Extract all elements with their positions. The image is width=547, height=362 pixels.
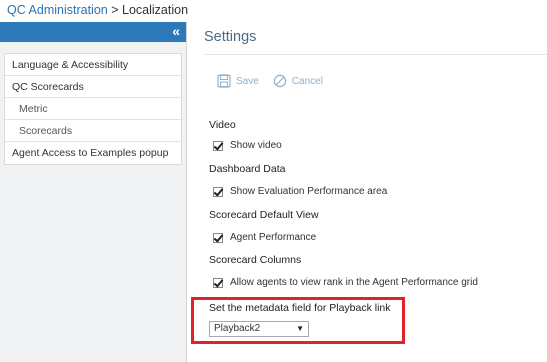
page-title: Settings: [204, 29, 257, 45]
show-evaluation-performance-label: Show Evaluation Performance area: [230, 186, 388, 197]
save-icon: [217, 74, 231, 88]
show-video-checkbox[interactable]: [213, 140, 223, 151]
allow-rank-option[interactable]: Allow agents to view rank in the Agent P…: [213, 277, 478, 288]
show-video-label: Show video: [230, 140, 282, 151]
playback-selected-value: Playback2: [214, 323, 261, 334]
section-video-title: Video: [209, 119, 236, 131]
agent-performance-checkbox[interactable]: [213, 232, 223, 243]
sidebar-header: «: [0, 22, 186, 42]
cancel-icon: [273, 74, 286, 88]
allow-rank-label: Allow agents to view rank in the Agent P…: [230, 277, 478, 288]
agent-performance-option[interactable]: Agent Performance: [213, 232, 316, 243]
show-evaluation-performance-checkbox[interactable]: [213, 186, 223, 197]
section-default-view-title: Scorecard Default View: [209, 209, 319, 221]
section-columns-title: Scorecard Columns: [209, 254, 302, 266]
cancel-label: Cancel: [291, 75, 323, 87]
save-label: Save: [236, 75, 259, 87]
allow-rank-checkbox[interactable]: [213, 277, 223, 288]
collapse-sidebar-icon[interactable]: «: [172, 23, 180, 39]
dropdown-arrow-icon: ▼: [296, 324, 304, 333]
breadcrumb-separator: >: [111, 3, 119, 17]
show-evaluation-performance-option[interactable]: Show Evaluation Performance area: [213, 186, 387, 197]
breadcrumb-qc-administration-link[interactable]: QC Administration: [7, 3, 108, 17]
sidebar: « Language & Accessibility QC Scorecards…: [0, 22, 187, 362]
sidebar-menu: Language & Accessibility QC Scorecards M…: [4, 53, 182, 165]
sidebar-item-scorecards[interactable]: Scorecards: [5, 120, 181, 142]
breadcrumb-current: Localization: [122, 3, 189, 17]
playback-metadata-select[interactable]: Playback2 ▼: [209, 321, 309, 337]
title-divider: [204, 54, 547, 55]
sidebar-item-language-accessibility[interactable]: Language & Accessibility: [5, 54, 181, 76]
playback-metadata-label: Set the metadata field for Playback link: [209, 302, 391, 314]
breadcrumb: QC Administration > Localization: [0, 0, 547, 21]
sidebar-item-metric[interactable]: Metric: [5, 98, 181, 120]
save-button[interactable]: Save: [217, 74, 259, 88]
sidebar-item-qc-scorecards[interactable]: QC Scorecards: [5, 76, 181, 98]
main-panel: Settings Save Cancel Video Show video Da…: [188, 22, 547, 362]
agent-performance-label: Agent Performance: [230, 232, 317, 243]
show-video-option[interactable]: Show video: [213, 140, 282, 151]
cancel-button[interactable]: Cancel: [273, 74, 323, 88]
sidebar-item-agent-access-examples[interactable]: Agent Access to Examples popup: [5, 142, 181, 164]
section-dashboard-title: Dashboard Data: [209, 163, 286, 175]
toolbar: Save Cancel: [217, 72, 337, 90]
